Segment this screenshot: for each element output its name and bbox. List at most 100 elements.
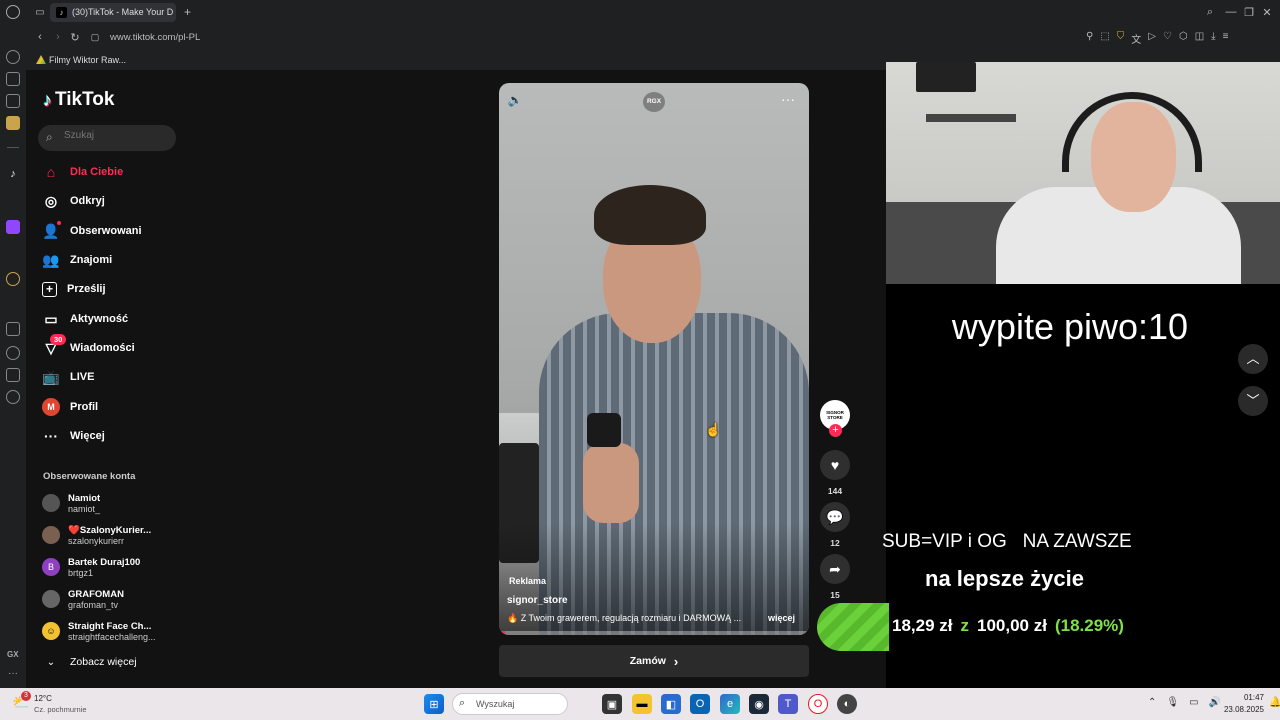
followed-account[interactable]: GRAFOMAN grafoman_tv — [42, 584, 124, 614]
search-icon[interactable]: ⌕ — [1203, 5, 1217, 19]
followed-account[interactable]: ❤️SzalonyKurier... szalonykurierr — [42, 520, 151, 550]
settings-icon[interactable] — [6, 390, 20, 404]
reload-icon[interactable]: ↻ — [69, 31, 81, 44]
beer-counter: wypite piwo:10 — [951, 306, 1189, 347]
scroll-down-button[interactable]: ﹀ — [1238, 386, 1268, 416]
store-icon[interactable]: ◧ — [661, 694, 681, 714]
nav-profil[interactable]: M Profil — [42, 394, 98, 420]
volume-icon[interactable]: 🔈 — [507, 93, 523, 107]
nav-obserwowani[interactable]: 👤 Obserwowani — [42, 218, 142, 244]
video-author[interactable]: signor_store — [507, 595, 568, 606]
clock-date[interactable]: 23.08.2025 — [1196, 705, 1264, 714]
gx-icon[interactable]: GX — [7, 650, 19, 659]
clock-time[interactable]: 01:47 — [1224, 693, 1264, 702]
browser-tab-tiktok[interactable]: ♪ (30)TikTok - Make Your D — [50, 3, 176, 22]
video-player[interactable]: 🔈 RGX ··· Reklama signor_store 🔥 Z Twoim… — [499, 83, 809, 635]
player-icon[interactable] — [6, 272, 20, 286]
close-icon[interactable]: ✕ — [1260, 5, 1274, 19]
nav-znajomi[interactable]: 👥 Znajomi — [42, 247, 112, 273]
share-button[interactable]: ➦ — [820, 554, 850, 584]
minimize-icon[interactable]: — — [1224, 5, 1238, 19]
windows-taskbar: ⛅ 3 12°C Cz. pochmurnie ⊞ ⌕ Wyszukaj ▣ ▬… — [0, 688, 1280, 720]
comment-button[interactable]: 💬 — [820, 502, 850, 532]
video-progress[interactable] — [499, 631, 809, 635]
search-box[interactable]: ⌕ — [38, 125, 176, 151]
outlook-icon[interactable]: O — [690, 694, 710, 714]
history-icon[interactable] — [6, 346, 20, 360]
twitch-icon[interactable] — [6, 220, 20, 234]
nav-live[interactable]: 📺 LIVE — [42, 364, 94, 390]
video-progress-fill — [499, 631, 506, 635]
opera-logo-icon[interactable] — [6, 5, 20, 19]
rail-more-icon[interactable]: ··· — [8, 668, 18, 679]
profile-avatar: M — [42, 398, 60, 416]
back-icon[interactable]: ‹ — [34, 31, 46, 43]
extensions-icon[interactable]: ⬡ — [1179, 31, 1188, 46]
see-more-link[interactable]: ⌄ Zobacz więcej — [42, 649, 137, 675]
scroll-up-button[interactable]: ︿ — [1238, 344, 1268, 374]
weather-temp[interactable]: 12°C — [34, 694, 52, 703]
followed-account[interactable]: ☺ Straight Face Ch... straightfacechalleng… — [42, 616, 156, 646]
opera-sidebar: ♪ GX ··· — [0, 26, 26, 688]
goal-title: na lepsze życie — [925, 566, 1084, 591]
shield-icon[interactable]: ⛉ — [1117, 31, 1125, 46]
steam-icon[interactable]: ◉ — [749, 694, 769, 714]
start-icon[interactable]: ⊞ — [424, 694, 444, 714]
task-view-icon[interactable]: ▣ — [602, 694, 622, 714]
teams-icon[interactable]: T — [778, 694, 798, 714]
opera-gx-taskbar-icon[interactable]: O — [808, 694, 828, 714]
more-icon: ··· — [44, 428, 58, 444]
nav-odkryj[interactable]: ◎ Odkryj — [42, 188, 105, 214]
tiktok-logo[interactable]: ♪ TikTok — [43, 89, 114, 111]
like-button[interactable]: ♥ — [820, 450, 850, 480]
menu-icon[interactable]: ≡ — [1223, 31, 1229, 46]
followed-account[interactable]: Namiot namiot_ — [42, 488, 100, 518]
forward-icon[interactable]: › — [52, 31, 64, 43]
play-icon[interactable]: ▷ — [1148, 31, 1156, 46]
puzzle-icon[interactable] — [6, 368, 20, 382]
taskbar-search[interactable]: ⌕ Wyszukaj — [452, 693, 568, 715]
caption-more-link[interactable]: więcej — [768, 613, 795, 623]
order-button[interactable]: Zamów › — [499, 645, 809, 677]
wallet-icon[interactable]: ◫ — [1195, 31, 1204, 46]
notifications-icon[interactable]: 🔔 — [1269, 697, 1280, 708]
monitor — [916, 62, 976, 92]
microphone-icon[interactable]: 🎙 — [1166, 697, 1179, 708]
new-tab-icon[interactable]: + — [181, 5, 194, 19]
mail-icon[interactable] — [6, 116, 20, 130]
nav-aktywnosc[interactable]: ▭ Aktywność — [42, 306, 128, 332]
nav-dla-ciebie[interactable]: ⌂ Dla Ciebie — [42, 159, 123, 185]
edge-icon[interactable]: e — [720, 694, 740, 714]
app-taskbar-icon[interactable]: ◐ — [837, 694, 857, 714]
nav-wiecej[interactable]: ··· Więcej — [42, 423, 105, 449]
search-input[interactable] — [64, 130, 168, 141]
nav-przeslij[interactable]: + Prześlij — [42, 276, 106, 302]
translate-icon[interactable]: 文 — [1131, 31, 1141, 46]
tiktok-rail-icon[interactable]: ♪ — [6, 168, 20, 182]
video-options-icon[interactable]: ··· — [781, 91, 795, 107]
download-icon[interactable]: ⤓ — [1211, 31, 1215, 46]
maximize-icon[interactable]: ❐ — [1242, 5, 1256, 19]
flow-icon[interactable] — [6, 72, 20, 86]
upload-icon: + — [42, 281, 57, 297]
nav-wiadomosci[interactable]: ▽ Wiadomości 30 — [42, 334, 135, 361]
desk — [926, 114, 1016, 122]
extensions-rail-icon[interactable] — [6, 322, 20, 336]
comment-count: 12 — [830, 538, 840, 548]
heart-icon[interactable]: ♡ — [1163, 31, 1172, 46]
pin-icon[interactable]: ⚲ — [1086, 31, 1093, 46]
pinboard-icon[interactable] — [6, 94, 20, 108]
tab-islands-icon[interactable]: ▭ — [33, 6, 47, 18]
snapshot-icon[interactable]: ⬚ — [1100, 31, 1109, 46]
aria-icon[interactable] — [6, 50, 20, 64]
file-explorer-icon[interactable]: ▬ — [632, 694, 652, 714]
follow-plus-icon[interactable]: + — [829, 424, 842, 437]
url-text[interactable]: www.tiktok.com/pl-PL — [110, 32, 200, 43]
heart-icon: ♥ — [830, 457, 840, 473]
tray-chevron-icon[interactable]: ⌃ — [1148, 697, 1156, 708]
product-bracelet — [587, 413, 621, 447]
bookmark-item[interactable]: Filmy Wiktor Raw... — [49, 55, 126, 65]
chevron-up-icon: ︿ — [1246, 351, 1260, 366]
address-bar: ‹ › ↻ ▢ www.tiktok.com/pl-PL ⚲ ⬚ ⛉ 文 ▷ ♡… — [26, 26, 1280, 50]
followed-account[interactable]: B Bartek Duraj100 brtgz1 — [42, 552, 140, 582]
